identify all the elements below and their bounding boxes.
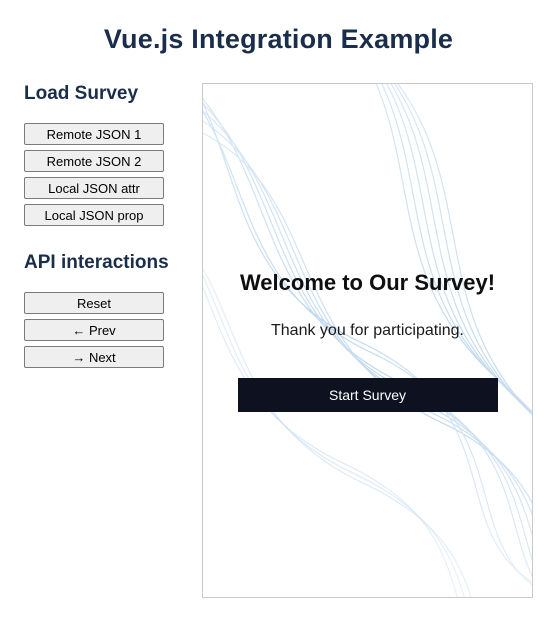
reset-button[interactable]: Reset	[24, 292, 164, 314]
survey-panel: Welcome to Our Survey! Thank you for par…	[202, 83, 533, 598]
remote-json-2-button[interactable]: Remote JSON 2	[24, 150, 164, 172]
load-survey-heading: Load Survey	[24, 83, 184, 105]
start-survey-button[interactable]: Start Survey	[238, 378, 498, 412]
prev-button[interactable]: ← Prev	[24, 319, 164, 341]
api-buttons-group: Reset ← Prev → Next	[24, 292, 184, 368]
page-title: Vue.js Integration Example	[24, 24, 533, 55]
survey-welcome-text: Thank you for participating.	[271, 322, 464, 340]
local-json-prop-button[interactable]: Local JSON prop	[24, 204, 164, 226]
sidebar: Load Survey Remote JSON 1 Remote JSON 2 …	[24, 83, 184, 368]
survey-welcome-title: Welcome to Our Survey!	[240, 270, 495, 296]
survey-content: Welcome to Our Survey! Thank you for par…	[203, 84, 532, 597]
remote-json-1-button[interactable]: Remote JSON 1	[24, 123, 164, 145]
next-button[interactable]: → Next	[24, 346, 164, 368]
api-interactions-heading: API interactions	[24, 252, 184, 274]
load-buttons-group: Remote JSON 1 Remote JSON 2 Local JSON a…	[24, 123, 184, 226]
local-json-attr-button[interactable]: Local JSON attr	[24, 177, 164, 199]
